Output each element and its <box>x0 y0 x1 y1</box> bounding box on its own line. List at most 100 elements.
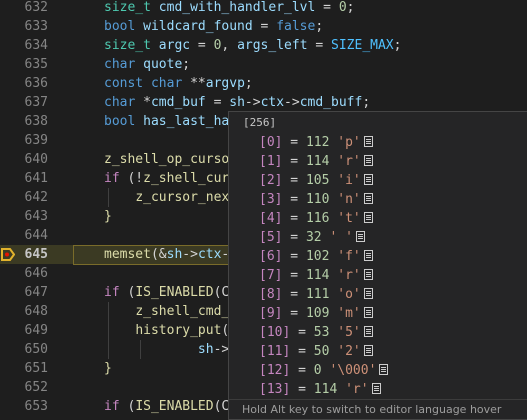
binary-view-icon[interactable] <box>363 174 373 185</box>
array-item[interactable]: [6] = 102 'f' <box>229 247 527 266</box>
code-text: if (!z_shell_cur <box>104 169 229 188</box>
binary-view-icon[interactable] <box>371 383 381 394</box>
code-line[interactable]: 634 size_t argc = 0, args_left = SIZE_MAX… <box>0 36 527 55</box>
line-number: 649 <box>24 323 48 338</box>
code-text: z_cursor_nex <box>104 188 229 207</box>
array-item[interactable]: [10] = 53 '5' <box>229 323 527 342</box>
item-equals: = <box>290 344 314 359</box>
binary-view-icon[interactable] <box>363 193 373 204</box>
line-number: 644 <box>24 228 48 243</box>
item-equals: = <box>282 249 306 264</box>
array-item[interactable]: [9] = 109 'm' <box>229 304 527 323</box>
indent-guide <box>108 302 109 321</box>
code-token: char <box>104 95 136 110</box>
binary-view-icon[interactable] <box>363 269 373 280</box>
item-equals: = <box>282 173 306 188</box>
code-token: cmd_buff <box>299 95 363 110</box>
array-item[interactable]: [11] = 50 '2' <box>229 342 527 361</box>
binary-view-icon[interactable] <box>379 364 389 375</box>
indent-guide <box>108 321 109 340</box>
code-text: } <box>104 359 112 378</box>
code-token: cmd_with_handler_lvl <box>158 0 316 15</box>
code-token: quote <box>143 57 183 72</box>
item-equals: = <box>290 382 314 397</box>
array-item[interactable]: [2] = 105 'i' <box>229 171 527 190</box>
array-item[interactable]: [13] = 114 'r' <box>229 380 527 399</box>
item-index: [2] <box>259 173 283 188</box>
line-number: 645 <box>24 247 48 262</box>
code-token: , <box>221 38 238 53</box>
array-item[interactable]: [0] = 112 'p' <box>229 133 527 152</box>
array-item[interactable]: [1] = 114 'r' <box>229 152 527 171</box>
code-token: history_put <box>135 323 222 338</box>
item-index: [11] <box>259 344 291 359</box>
item-char: 't' <box>337 211 361 226</box>
code-line[interactable]: 637 char *cmd_buf = sh->ctx->cmd_buff; <box>0 93 527 112</box>
binary-view-icon[interactable] <box>363 250 373 261</box>
item-equals: = <box>290 325 314 340</box>
code-token: ; <box>393 38 402 53</box>
binary-view-icon[interactable] <box>363 212 373 223</box>
code-token: -> <box>213 342 230 357</box>
code-token: (& <box>150 247 167 262</box>
line-number: 650 <box>24 342 48 357</box>
code-token: } <box>104 361 112 376</box>
code-line[interactable]: 632 size_t cmd_with_handler_lvl = 0; <box>0 0 527 17</box>
item-equals: = <box>290 363 314 378</box>
array-item[interactable]: [8] = 111 'o' <box>229 285 527 304</box>
item-value: 109 <box>305 306 330 321</box>
item-char: 'f' <box>337 249 361 264</box>
code-token: SIZE_MAX <box>331 38 394 53</box>
code-line[interactable]: 633 bool wildcard_found = false; <box>0 17 527 36</box>
line-number: 647 <box>24 285 48 300</box>
code-token: if <box>104 171 120 186</box>
line-number: 646 <box>24 266 48 281</box>
code-token: ; <box>182 57 191 72</box>
binary-view-icon[interactable] <box>363 136 373 147</box>
item-char: 'i' <box>337 173 361 188</box>
code-token: = <box>307 38 332 53</box>
item-equals: = <box>282 268 306 283</box>
item-equals: = <box>282 135 306 150</box>
code-token: args_left <box>237 38 308 53</box>
item-index: [4] <box>259 211 283 226</box>
item-value: 110 <box>305 192 330 207</box>
code-token: const <box>104 76 144 91</box>
line-number: 652 <box>24 380 48 395</box>
line-number: 638 <box>24 114 48 129</box>
item-index: [0] <box>259 135 283 150</box>
code-text: size_t cmd_with_handler_lvl = 0; <box>104 0 354 17</box>
binary-view-icon[interactable] <box>363 155 373 166</box>
binary-view-icon[interactable] <box>363 345 373 356</box>
code-token: z_shell_op_curso <box>104 152 230 167</box>
binary-view-icon[interactable] <box>363 307 373 318</box>
line-number: 634 <box>24 38 48 53</box>
binary-view-icon[interactable] <box>355 231 365 242</box>
code-token: ** <box>182 76 206 91</box>
code-line[interactable]: 636 const char **argvp; <box>0 74 527 93</box>
code-token: IS_ENABLED <box>135 285 214 300</box>
array-item[interactable]: [4] = 116 't' <box>229 209 527 228</box>
code-line[interactable]: 635 char quote; <box>0 55 527 74</box>
code-token: ( <box>119 285 136 300</box>
array-item[interactable]: [5] = 32 ' ' <box>229 228 527 247</box>
code-token: size_t <box>104 0 151 15</box>
array-item[interactable]: [7] = 114 'r' <box>229 266 527 285</box>
item-value: 112 <box>305 135 330 150</box>
binary-view-icon[interactable] <box>363 288 373 299</box>
item-index: [9] <box>259 306 283 321</box>
array-item[interactable]: [3] = 110 'n' <box>229 190 527 209</box>
binary-view-icon[interactable] <box>363 326 373 337</box>
code-token: z_shell_cur <box>143 171 230 186</box>
item-value: 50 <box>313 344 330 359</box>
array-item[interactable]: [12] = 0 '\000' <box>229 361 527 380</box>
indent-guide <box>108 188 109 207</box>
debug-hover-widget[interactable]: [256] [0] = 112 'p' [1] = 114 'r' [2] = 10… <box>228 111 527 420</box>
item-value: 111 <box>305 287 330 302</box>
code-text: history_put( <box>104 321 229 340</box>
code-token: ; <box>362 95 371 110</box>
